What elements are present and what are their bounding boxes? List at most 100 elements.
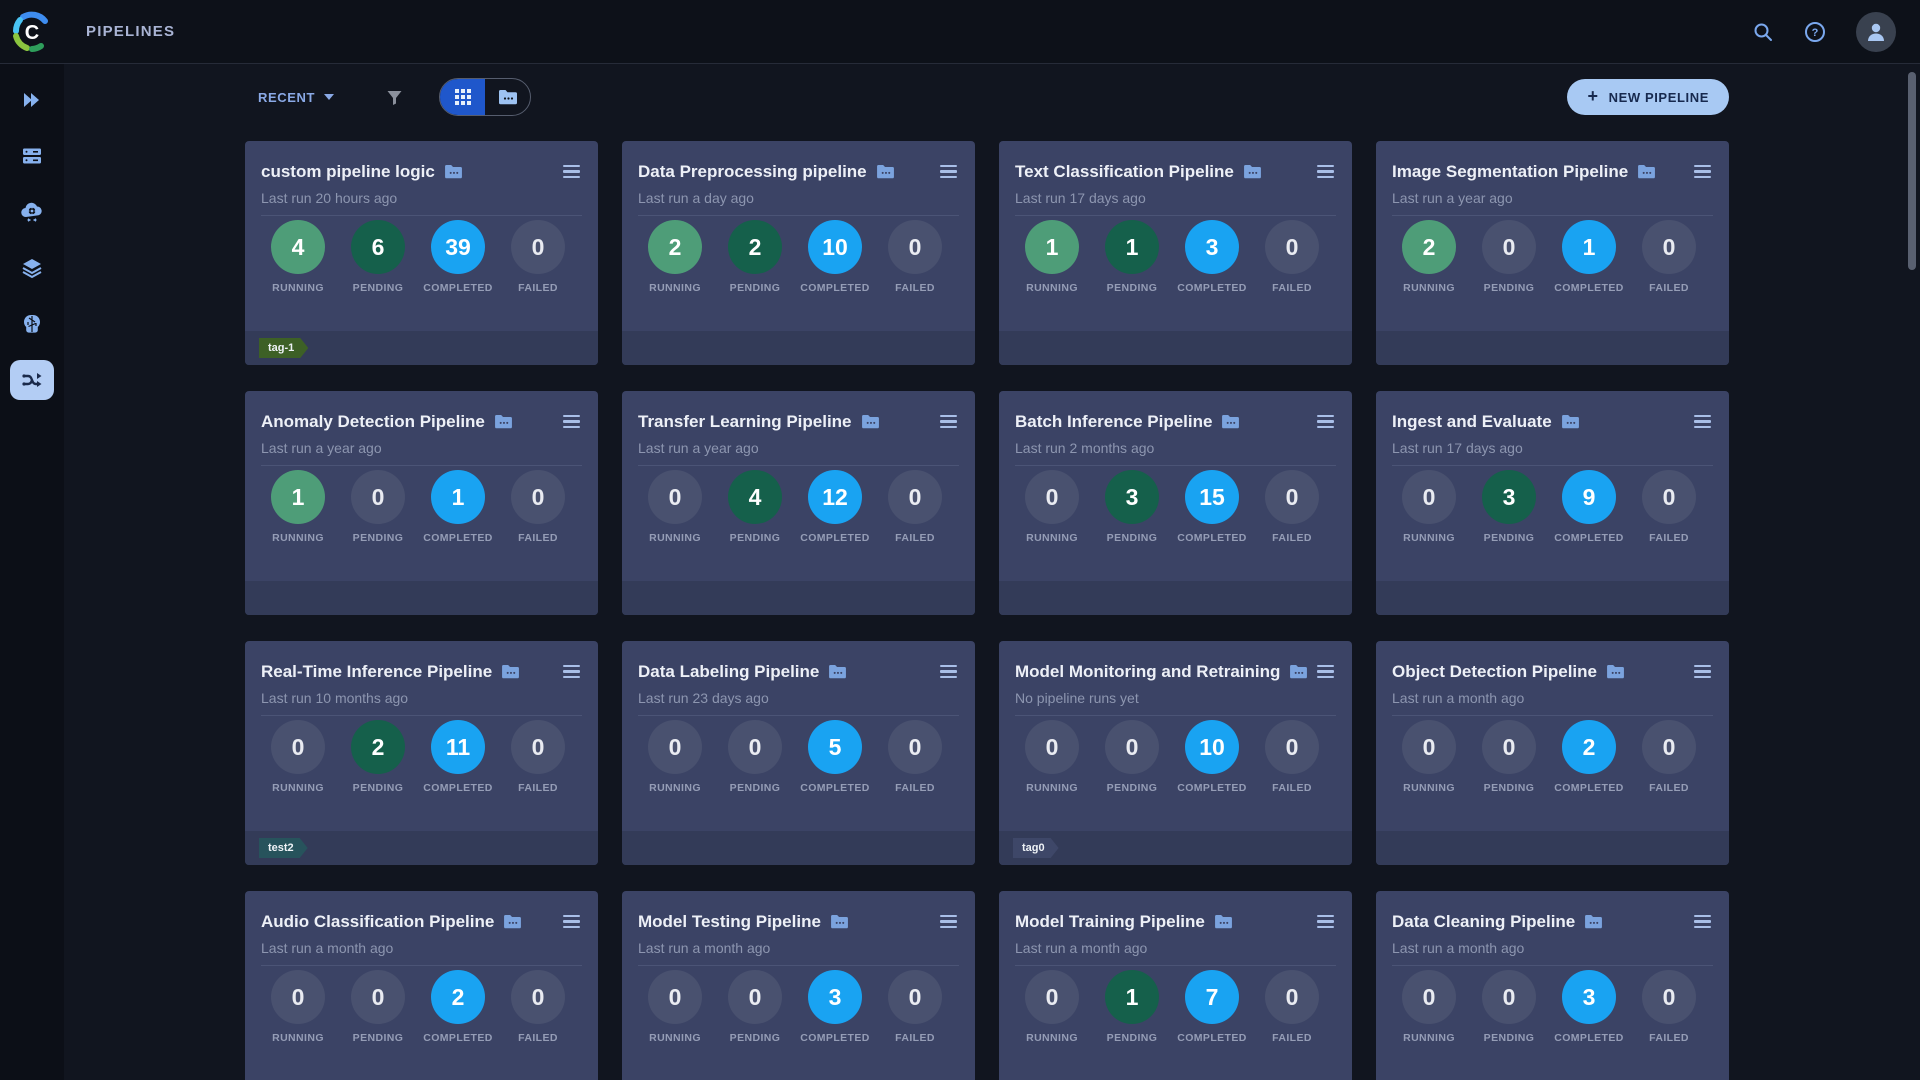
- pipeline-card-header: custom pipeline logic: [245, 141, 598, 182]
- pipeline-card[interactable]: Batch Inference Pipeline Last run 2 mont…: [999, 391, 1352, 615]
- card-menu-icon[interactable]: [561, 661, 582, 682]
- stat-running: 2RUNNING: [648, 220, 702, 294]
- new-pipeline-label: NEW PIPELINE: [1609, 90, 1709, 105]
- pipeline-last-run: Last run a month ago: [261, 940, 582, 966]
- sidebar: [0, 64, 64, 1080]
- pipeline-card[interactable]: Audio Classification Pipeline Last run a…: [245, 891, 598, 1080]
- brain-icon: [19, 311, 45, 337]
- stat-label: COMPLETED: [423, 282, 493, 294]
- stat-completed: 7COMPLETED: [1185, 970, 1239, 1044]
- stat-label: FAILED: [1649, 282, 1689, 294]
- stat-running: 0RUNNING: [1025, 970, 1079, 1044]
- pending-count-circle: 1: [1105, 970, 1159, 1024]
- pipeline-card[interactable]: Data Preprocessing pipeline Last run a d…: [622, 141, 975, 365]
- pipeline-card[interactable]: custom pipeline logic Last run 20 hours …: [245, 141, 598, 365]
- stat-label: COMPLETED: [1177, 1032, 1247, 1044]
- completed-count-circle: 3: [808, 970, 862, 1024]
- card-menu-icon[interactable]: [938, 411, 959, 432]
- pipeline-title: custom pipeline logic: [261, 162, 435, 182]
- pipeline-card[interactable]: Model Monitoring and Retraining No pipel…: [999, 641, 1352, 865]
- stat-pending: 0PENDING: [1105, 720, 1159, 794]
- pipeline-card[interactable]: Transfer Learning Pipeline Last run a ye…: [622, 391, 975, 615]
- pipeline-card-footer: [622, 581, 975, 615]
- help-icon[interactable]: ?: [1804, 21, 1826, 43]
- card-menu-icon[interactable]: [561, 411, 582, 432]
- stat-pending: 2PENDING: [728, 220, 782, 294]
- pipeline-card[interactable]: Object Detection Pipeline Last run a mon…: [1376, 641, 1729, 865]
- pipeline-card[interactable]: Data Cleaning Pipeline Last run a month …: [1376, 891, 1729, 1080]
- svg-text:C: C: [25, 22, 39, 44]
- stat-label: COMPLETED: [1554, 532, 1624, 544]
- pipeline-card-header: Object Detection Pipeline: [1376, 641, 1729, 682]
- stat-label: FAILED: [518, 282, 558, 294]
- card-menu-icon[interactable]: [938, 161, 959, 182]
- card-menu-icon[interactable]: [1315, 411, 1336, 432]
- pipeline-card-header: Model Monitoring and Retraining: [999, 641, 1352, 682]
- stat-label: RUNNING: [272, 1032, 324, 1044]
- running-count-circle: 2: [1402, 220, 1456, 274]
- card-menu-icon[interactable]: [1315, 161, 1336, 182]
- user-avatar[interactable]: [1856, 12, 1896, 52]
- pipeline-card[interactable]: Text Classification Pipeline Last run 17…: [999, 141, 1352, 365]
- pipeline-card[interactable]: Model Training Pipeline Last run a month…: [999, 891, 1352, 1080]
- sidebar-item-models[interactable]: [10, 304, 54, 344]
- completed-count-circle: 3: [1562, 970, 1616, 1024]
- failed-count-circle: 0: [511, 970, 565, 1024]
- card-menu-icon[interactable]: [1315, 661, 1336, 682]
- stat-label: COMPLETED: [1177, 532, 1247, 544]
- projects-view-button[interactable]: [485, 79, 530, 115]
- card-menu-icon[interactable]: [1692, 411, 1713, 432]
- pipeline-card-header: Model Testing Pipeline: [622, 891, 975, 932]
- sort-dropdown[interactable]: RECENT: [258, 90, 334, 105]
- sidebar-item-reports[interactable]: [10, 248, 54, 288]
- card-menu-icon[interactable]: [561, 911, 582, 932]
- pipeline-card-header: Ingest and Evaluate: [1376, 391, 1729, 432]
- running-count-circle: 0: [1402, 970, 1456, 1024]
- pipeline-card[interactable]: Real-Time Inference Pipeline Last run 10…: [245, 641, 598, 865]
- card-menu-icon[interactable]: [938, 661, 959, 682]
- stat-running: 1RUNNING: [1025, 220, 1079, 294]
- vertical-scrollbar[interactable]: [1908, 72, 1916, 270]
- pipeline-card-header: Image Segmentation Pipeline: [1376, 141, 1729, 182]
- stat-label: COMPLETED: [423, 532, 493, 544]
- stat-label: PENDING: [1484, 1032, 1535, 1044]
- app-logo[interactable]: C: [0, 0, 64, 64]
- card-menu-icon[interactable]: [1692, 661, 1713, 682]
- folder-icon: [498, 89, 518, 105]
- sidebar-item-applications[interactable]: [10, 192, 54, 232]
- pipeline-card[interactable]: Image Segmentation Pipeline Last run a y…: [1376, 141, 1729, 365]
- pipeline-card[interactable]: Model Testing Pipeline Last run a month …: [622, 891, 975, 1080]
- sidebar-item-datasets[interactable]: [10, 136, 54, 176]
- stat-completed: 10COMPLETED: [808, 220, 862, 294]
- search-icon[interactable]: [1752, 21, 1774, 43]
- completed-count-circle: 1: [1562, 220, 1616, 274]
- card-menu-icon[interactable]: [1692, 911, 1713, 932]
- pending-count-circle: 6: [351, 220, 405, 274]
- card-menu-icon[interactable]: [938, 911, 959, 932]
- new-pipeline-button[interactable]: + NEW PIPELINE: [1567, 79, 1729, 115]
- sidebar-item-pipelines[interactable]: [10, 360, 54, 400]
- pipeline-card-header: Real-Time Inference Pipeline: [245, 641, 598, 682]
- filter-button[interactable]: [386, 89, 403, 106]
- failed-count-circle: 0: [888, 970, 942, 1024]
- view-mode-toggle: [439, 78, 531, 116]
- grid-view-button[interactable]: [440, 79, 485, 115]
- pipeline-card[interactable]: Data Labeling Pipeline Last run 23 days …: [622, 641, 975, 865]
- person-icon: [1864, 20, 1888, 44]
- pipeline-card[interactable]: Ingest and Evaluate Last run 17 days ago…: [1376, 391, 1729, 615]
- stat-label: PENDING: [1484, 532, 1535, 544]
- sidebar-item-projects[interactable]: [10, 80, 54, 120]
- stat-label: PENDING: [353, 282, 404, 294]
- pipeline-last-run: Last run 2 months ago: [1015, 440, 1336, 466]
- stat-completed: 2COMPLETED: [1562, 720, 1616, 794]
- pipeline-card[interactable]: Anomaly Detection Pipeline Last run a ye…: [245, 391, 598, 615]
- stat-label: PENDING: [353, 782, 404, 794]
- card-menu-icon[interactable]: [1315, 911, 1336, 932]
- stat-failed: 0FAILED: [1265, 220, 1319, 294]
- card-menu-icon[interactable]: [1692, 161, 1713, 182]
- failed-count-circle: 0: [1642, 720, 1696, 774]
- pending-count-circle: 3: [1105, 470, 1159, 524]
- stat-completed: 3COMPLETED: [1185, 220, 1239, 294]
- stat-label: COMPLETED: [423, 1032, 493, 1044]
- card-menu-icon[interactable]: [561, 161, 582, 182]
